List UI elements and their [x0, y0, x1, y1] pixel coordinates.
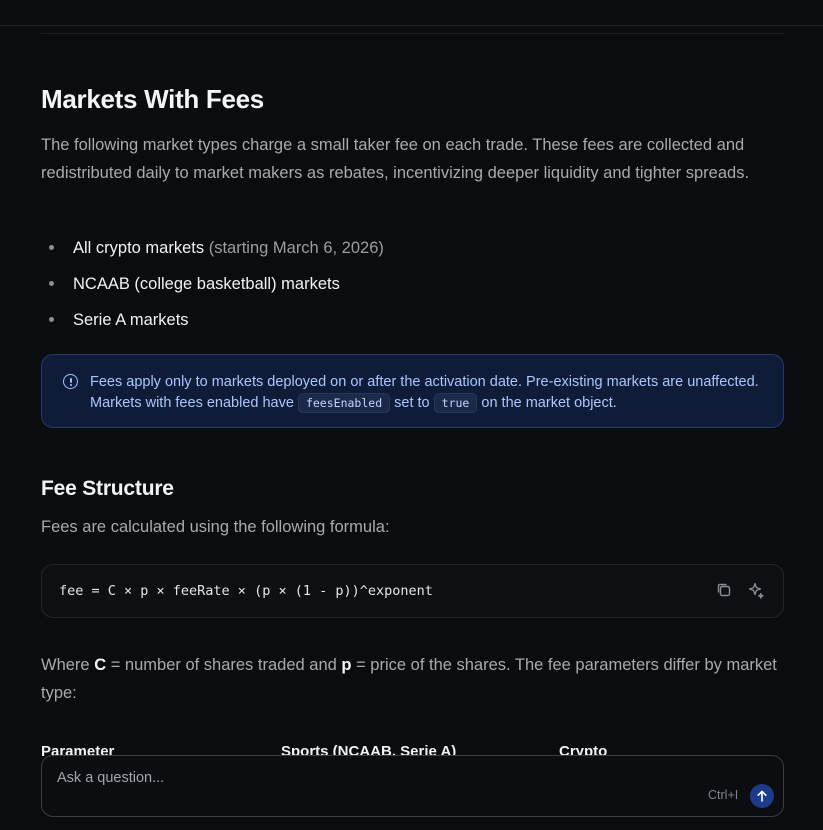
where-var-c: C — [94, 656, 107, 674]
list-item-label: All crypto markets — [73, 239, 205, 257]
arrow-up-icon — [757, 790, 767, 802]
where-paragraph: Where C = number of shares traded and p … — [41, 651, 784, 707]
list-item-note: (starting March 6, 2026) — [204, 239, 384, 257]
list-item: Serie A markets — [41, 308, 784, 344]
list-item: NCAAB (college basketball) markets — [41, 272, 784, 308]
list-item: All crypto markets (starting March 6, 20… — [41, 236, 784, 272]
copy-icon[interactable] — [714, 580, 734, 600]
sparkle-icon[interactable] — [746, 580, 766, 600]
formula-text: fee = C × p × feeRate × (p × (1 - p))^ex… — [59, 583, 433, 599]
bullet-icon — [49, 245, 54, 250]
section-divider — [41, 33, 784, 34]
callout-text-part: set to — [390, 395, 434, 411]
where-text: Where — [41, 656, 95, 674]
where-var-p: p — [341, 656, 352, 674]
ask-input[interactable] — [55, 766, 659, 790]
where-text: = number of shares traded and — [106, 656, 342, 674]
ask-bar: Ctrl+I — [41, 755, 784, 817]
intro-paragraph: The following market types charge a smal… — [41, 136, 750, 182]
info-icon — [63, 374, 78, 389]
send-button[interactable] — [750, 784, 774, 808]
code-block: fee = C × p × feeRate × (p × (1 - p))^ex… — [41, 564, 784, 618]
page-title: Markets With Fees — [41, 84, 264, 114]
formula-intro: Fees are calculated using the following … — [41, 518, 390, 536]
info-callout: Fees apply only to markets deployed on o… — [41, 354, 784, 428]
code-chip-fees-enabled: feesEnabled — [297, 393, 391, 413]
callout-text-part: on the market object. — [477, 395, 617, 411]
callout-text: Fees apply only to markets deployed on o… — [90, 372, 770, 414]
keyboard-shortcut: Ctrl+I — [708, 788, 739, 802]
section-title-fee-structure: Fee Structure — [41, 477, 174, 500]
fee-markets-list: All crypto markets (starting March 6, 20… — [41, 236, 784, 344]
list-item-label: Serie A markets — [73, 311, 189, 329]
bullet-icon — [49, 281, 54, 286]
bullet-icon — [49, 317, 54, 322]
top-bar — [0, 0, 823, 26]
code-chip-true: true — [433, 393, 478, 413]
list-item-label: NCAAB (college basketball) markets — [73, 275, 340, 293]
